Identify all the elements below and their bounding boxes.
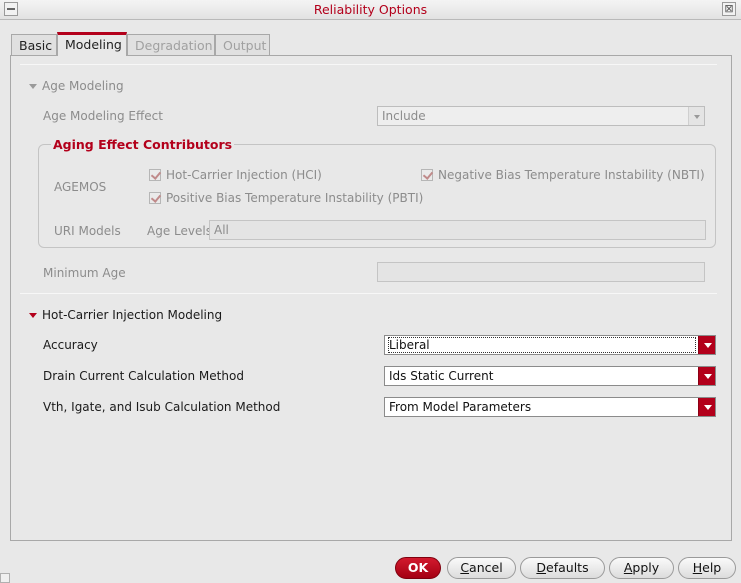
drain-current-method-value: Ids Static Current (389, 369, 494, 383)
dropdown-arrow-icon (688, 107, 704, 125)
divider (20, 64, 717, 65)
dropdown-arrow-icon[interactable] (698, 367, 715, 385)
title-bar: Reliability Options ⊠ (0, 0, 741, 20)
dropdown-arrow-icon[interactable] (698, 398, 715, 416)
tab-modeling[interactable]: Modeling (57, 32, 127, 56)
vth-igate-isub-method-select[interactable]: From Model Parameters (384, 397, 716, 417)
accuracy-value: Liberal (388, 337, 696, 353)
hci-modeling-header[interactable]: Hot-Carrier Injection Modeling (42, 308, 222, 322)
cancel-mnemonic: C (460, 560, 470, 575)
window-title: Reliability Options (313, 2, 428, 17)
age-modeling-effect-select: Include (377, 106, 705, 126)
divider (20, 293, 717, 294)
hci-checkbox-label: Hot-Carrier Injection (HCI) (166, 168, 322, 182)
vth-igate-isub-method-label: Vth, Igate, and Isub Calculation Method (43, 400, 281, 414)
apply-label-post: pply (632, 560, 660, 575)
minimum-age-label: Minimum Age (43, 266, 126, 280)
hci-checkbox (149, 169, 161, 181)
nbti-checkbox-label: Negative Bias Temperature Instability (N… (438, 168, 705, 182)
tab-basic[interactable]: Basic (11, 34, 57, 55)
defaults-label-post: efaults (546, 560, 589, 575)
modeling-panel: Age Modeling Age Modeling Effect Include… (10, 55, 732, 541)
accuracy-label: Accuracy (43, 338, 98, 352)
cancel-button[interactable]: Cancel (447, 557, 516, 579)
age-modeling-effect-value: Include (382, 109, 426, 123)
accuracy-select[interactable]: Liberal (384, 335, 716, 355)
help-mnemonic: H (692, 560, 703, 575)
tab-output: Output (215, 34, 270, 55)
drain-current-method-select[interactable]: Ids Static Current (384, 366, 716, 386)
pbti-checkbox (149, 192, 161, 204)
dropdown-arrow-icon[interactable] (698, 336, 715, 354)
minimum-age-field (377, 262, 705, 282)
cancel-label-post: ancel (469, 560, 503, 575)
pbti-checkbox-label: Positive Bias Temperature Instability (P… (166, 191, 424, 205)
resize-grip-icon[interactable] (0, 573, 10, 583)
age-levels-label: Age Levels (147, 224, 212, 238)
aging-effect-contributors-title: Aging Effect Contributors (51, 137, 235, 152)
age-modeling-effect-label: Age Modeling Effect (43, 109, 163, 123)
uri-models-label: URI Models (54, 224, 121, 238)
help-label-post: elp (702, 560, 722, 575)
agemos-label: AGEMOS (54, 180, 107, 194)
age-levels-value: All (214, 223, 229, 237)
apply-button[interactable]: Apply (609, 557, 674, 579)
tab-degradation: Degradation (127, 34, 215, 55)
defaults-mnemonic: D (536, 560, 547, 575)
defaults-button[interactable]: Defaults (520, 557, 605, 579)
vth-igate-isub-method-value: From Model Parameters (389, 400, 532, 414)
nbti-checkbox (421, 169, 433, 181)
help-button[interactable]: Help (678, 557, 736, 579)
close-icon[interactable]: ⊠ (722, 2, 736, 16)
age-levels-field: All (209, 220, 706, 240)
ok-button[interactable]: OK (395, 557, 441, 579)
age-modeling-header[interactable]: Age Modeling (42, 79, 124, 93)
collapse-triangle-icon[interactable] (29, 84, 37, 89)
drain-current-method-label: Drain Current Calculation Method (43, 369, 244, 383)
collapse-triangle-icon[interactable] (29, 313, 37, 318)
